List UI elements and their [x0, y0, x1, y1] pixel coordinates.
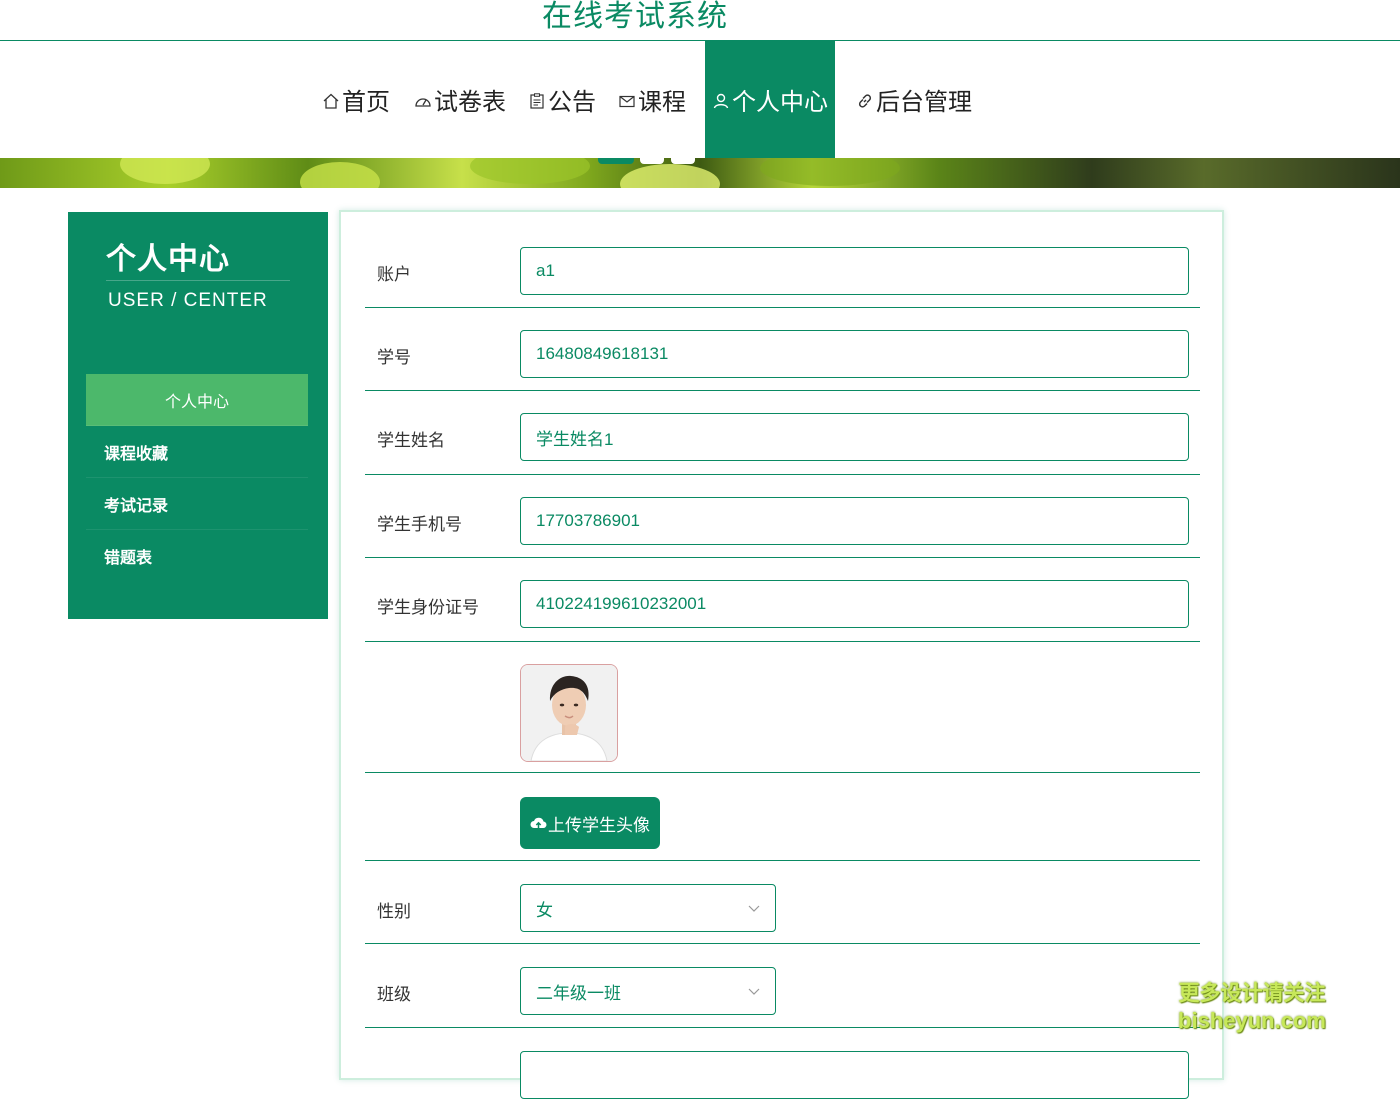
name-input[interactable]: 学生姓名1 — [520, 413, 1189, 461]
name-label: 学生姓名 — [377, 431, 445, 450]
nav-item-label: 首页 — [342, 89, 390, 116]
user-icon — [712, 92, 730, 110]
id-card-label: 学生身份证号 — [377, 598, 479, 617]
chevron-down-icon — [747, 984, 761, 998]
upload-avatar-button[interactable]: 上传学生头像 — [520, 797, 660, 849]
nav-item-home[interactable]: 首页 — [322, 41, 390, 158]
nav-item-exam-papers[interactable]: 试卷表 — [414, 41, 506, 158]
home-icon — [322, 92, 340, 110]
form-row-name: 学生姓名 学生姓名1 — [365, 391, 1200, 475]
account-input[interactable]: a1 — [520, 247, 1189, 295]
sidebar: 个人中心 USER / CENTER 个人中心 课程收藏 考试记录 错题表 — [68, 212, 328, 619]
upload-avatar-label: 上传学生头像 — [548, 815, 650, 835]
nav-item-label: 后台管理 — [876, 89, 972, 116]
form-row-phone: 学生手机号 17703786901 — [365, 475, 1200, 558]
sidebar-item-personal-center[interactable]: 个人中心 — [86, 374, 308, 426]
form-row-next — [365, 1028, 1200, 1099]
form-row-avatar — [365, 642, 1200, 773]
banner-image — [0, 158, 1400, 188]
form-row-class: 班级 二年级一班 — [365, 944, 1200, 1028]
nav-item-label: 课程 — [638, 89, 686, 116]
nav-item-announcements[interactable]: 公告 — [528, 41, 596, 158]
account-label: 账户 — [377, 265, 411, 284]
class-selected-value: 二年级一班 — [536, 983, 621, 1003]
next-input[interactable] — [520, 1051, 1189, 1099]
main-nav: 首页 试卷表 公告 课程 个人中心 后台管理 — [0, 41, 1400, 158]
link-icon — [856, 92, 874, 110]
mail-icon — [618, 92, 636, 110]
form-row-student-no: 学号 16480849618131 — [365, 308, 1200, 391]
cloud-upload-icon — [530, 816, 547, 830]
form-row-upload: 上传学生头像 — [365, 773, 1200, 861]
clipboard-icon — [528, 92, 546, 110]
form-row-account: 账户 a1 — [365, 212, 1200, 308]
phone-input[interactable]: 17703786901 — [520, 497, 1189, 545]
sidebar-subtitle: USER / CENTER — [108, 290, 268, 311]
nav-item-label: 试卷表 — [434, 89, 506, 116]
class-label: 班级 — [377, 985, 411, 1004]
carousel-dot[interactable] — [671, 158, 695, 164]
form-row-id-card: 学生身份证号 410224199610232001 — [365, 558, 1200, 642]
form-row-gender: 性别 女 — [365, 861, 1200, 944]
gender-selected-value: 女 — [536, 900, 553, 920]
dashboard-icon — [414, 92, 432, 110]
profile-form: 账户 a1 学号 16480849618131 学生姓名 学生姓名1 学生手机号… — [339, 210, 1224, 1099]
carousel-dot[interactable] — [598, 158, 634, 164]
sidebar-item-wrong-questions[interactable]: 错题表 — [86, 530, 308, 582]
carousel-dot[interactable] — [640, 158, 664, 164]
id-card-input[interactable]: 410224199610232001 — [520, 580, 1189, 628]
nav-item-personal-center[interactable]: 个人中心 — [705, 41, 835, 158]
watermark-line2: bisheyun.com — [1178, 1008, 1326, 1033]
student-no-label: 学号 — [377, 348, 411, 367]
sidebar-divider — [106, 280, 290, 281]
student-avatar — [520, 664, 618, 762]
phone-label: 学生手机号 — [377, 515, 462, 534]
watermark: 更多设计请关注 bisheyun.com — [1172, 980, 1332, 1034]
gender-select[interactable]: 女 — [520, 884, 776, 932]
student-no-input[interactable]: 16480849618131 — [520, 330, 1189, 378]
watermark-line1: 更多设计请关注 — [1178, 982, 1326, 1005]
nav-item-admin[interactable]: 后台管理 — [856, 41, 972, 158]
sidebar-item-exam-records[interactable]: 考试记录 — [86, 478, 308, 530]
nav-item-label: 个人中心 — [732, 89, 828, 116]
sidebar-title: 个人中心 — [106, 243, 230, 276]
chevron-down-icon — [747, 901, 761, 915]
nav-item-courses[interactable]: 课程 — [618, 41, 686, 158]
gender-label: 性别 — [377, 902, 411, 921]
sidebar-item-course-favorites[interactable]: 课程收藏 — [86, 426, 308, 478]
class-select[interactable]: 二年级一班 — [520, 967, 776, 1015]
nav-item-label: 公告 — [548, 89, 596, 116]
site-title: 在线考试系统 — [542, 0, 728, 33]
